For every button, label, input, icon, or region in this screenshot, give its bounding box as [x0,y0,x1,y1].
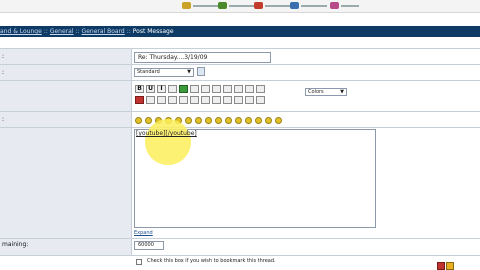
subject-input[interactable]: Re: Thursday....3/19/09 [134,52,271,63]
indent-button[interactable] [256,85,265,93]
cursor-highlight [145,119,191,165]
message-label-fragment: : [2,116,5,123]
post-icon-select[interactable]: Standard ▼ [134,68,194,77]
hr-button[interactable] [146,96,155,104]
smiley-icon[interactable] [235,117,242,124]
link-button[interactable] [157,96,166,104]
table-button[interactable] [179,96,188,104]
breadcrumb-item-lounge[interactable]: and & Lounge [0,28,42,35]
youtube-button[interactable] [135,96,144,104]
sub-button[interactable] [190,85,199,93]
messages-icon [330,2,339,9]
smiley-icon[interactable] [225,117,232,124]
chars-remaining-label: maining: [2,241,29,248]
flash-button[interactable] [234,96,243,104]
nav-item-calendar[interactable] [290,1,327,10]
smiley-icon[interactable] [135,117,142,124]
smiley-icon[interactable] [255,117,262,124]
subject-label-fragment: : [2,53,5,60]
smiley-icon[interactable] [145,117,152,124]
bookmark-label: Check this box if you wish to bookmark t… [147,258,276,264]
breadcrumb-item-general[interactable]: General [50,28,74,35]
breadcrumb-item-general-board[interactable]: General Board [82,28,125,35]
justify-button[interactable] [234,85,243,93]
chevron-down-icon: ▼ [340,89,344,95]
members-icon [254,2,263,9]
smiley-icon[interactable] [195,117,202,124]
smiley-icon[interactable] [205,117,212,124]
media-button[interactable] [245,96,254,104]
home-icon [182,2,191,9]
badge-red-icon [437,262,445,270]
colors-select[interactable]: Colors ▼ [305,88,347,96]
smiley-icon[interactable] [245,117,252,124]
search-icon [218,2,227,9]
color-button[interactable] [179,85,188,93]
align-left-button[interactable] [201,85,210,93]
align-right-button[interactable] [223,85,232,93]
smiley-icon[interactable] [265,117,272,124]
spoiler-button[interactable] [256,96,265,104]
message-content: [youtube][/youtube] [136,130,197,137]
align-center-button[interactable] [212,85,221,93]
strike-button[interactable] [168,85,177,93]
smiley-icon[interactable] [275,117,282,124]
email-button[interactable] [223,96,232,104]
badge-yellow-icon [446,262,454,270]
breadcrumb-current: Post Message [132,28,174,35]
bold-button[interactable]: B [135,85,144,93]
nav-item-home[interactable] [182,1,219,10]
underline-button[interactable]: U [146,85,155,93]
calendar-icon [290,2,299,9]
breadcrumb: and & Lounge:: General:: General Board:: Po… [0,28,174,35]
quote-button[interactable] [201,96,210,104]
expand-link[interactable]: Expand [134,230,153,236]
bookmark-checkbox[interactable] [136,259,142,265]
nav-item-members[interactable] [254,1,291,10]
chevron-down-icon: ▼ [187,69,191,75]
smiley-icon[interactable] [215,117,222,124]
italic-button[interactable]: I [157,85,166,93]
image-button[interactable] [168,96,177,104]
nav-item-search[interactable] [218,1,255,10]
chars-remaining-field: 60000 [134,241,164,250]
icon-label-fragment: : [2,69,5,76]
code-button[interactable] [212,96,221,104]
grid-button[interactable] [190,96,199,104]
nav-item-messages[interactable] [330,1,359,10]
smiley-icon[interactable] [185,117,192,124]
list-button[interactable] [245,85,254,93]
top-nav-bar [0,0,480,13]
post-icon-preview [197,67,205,76]
